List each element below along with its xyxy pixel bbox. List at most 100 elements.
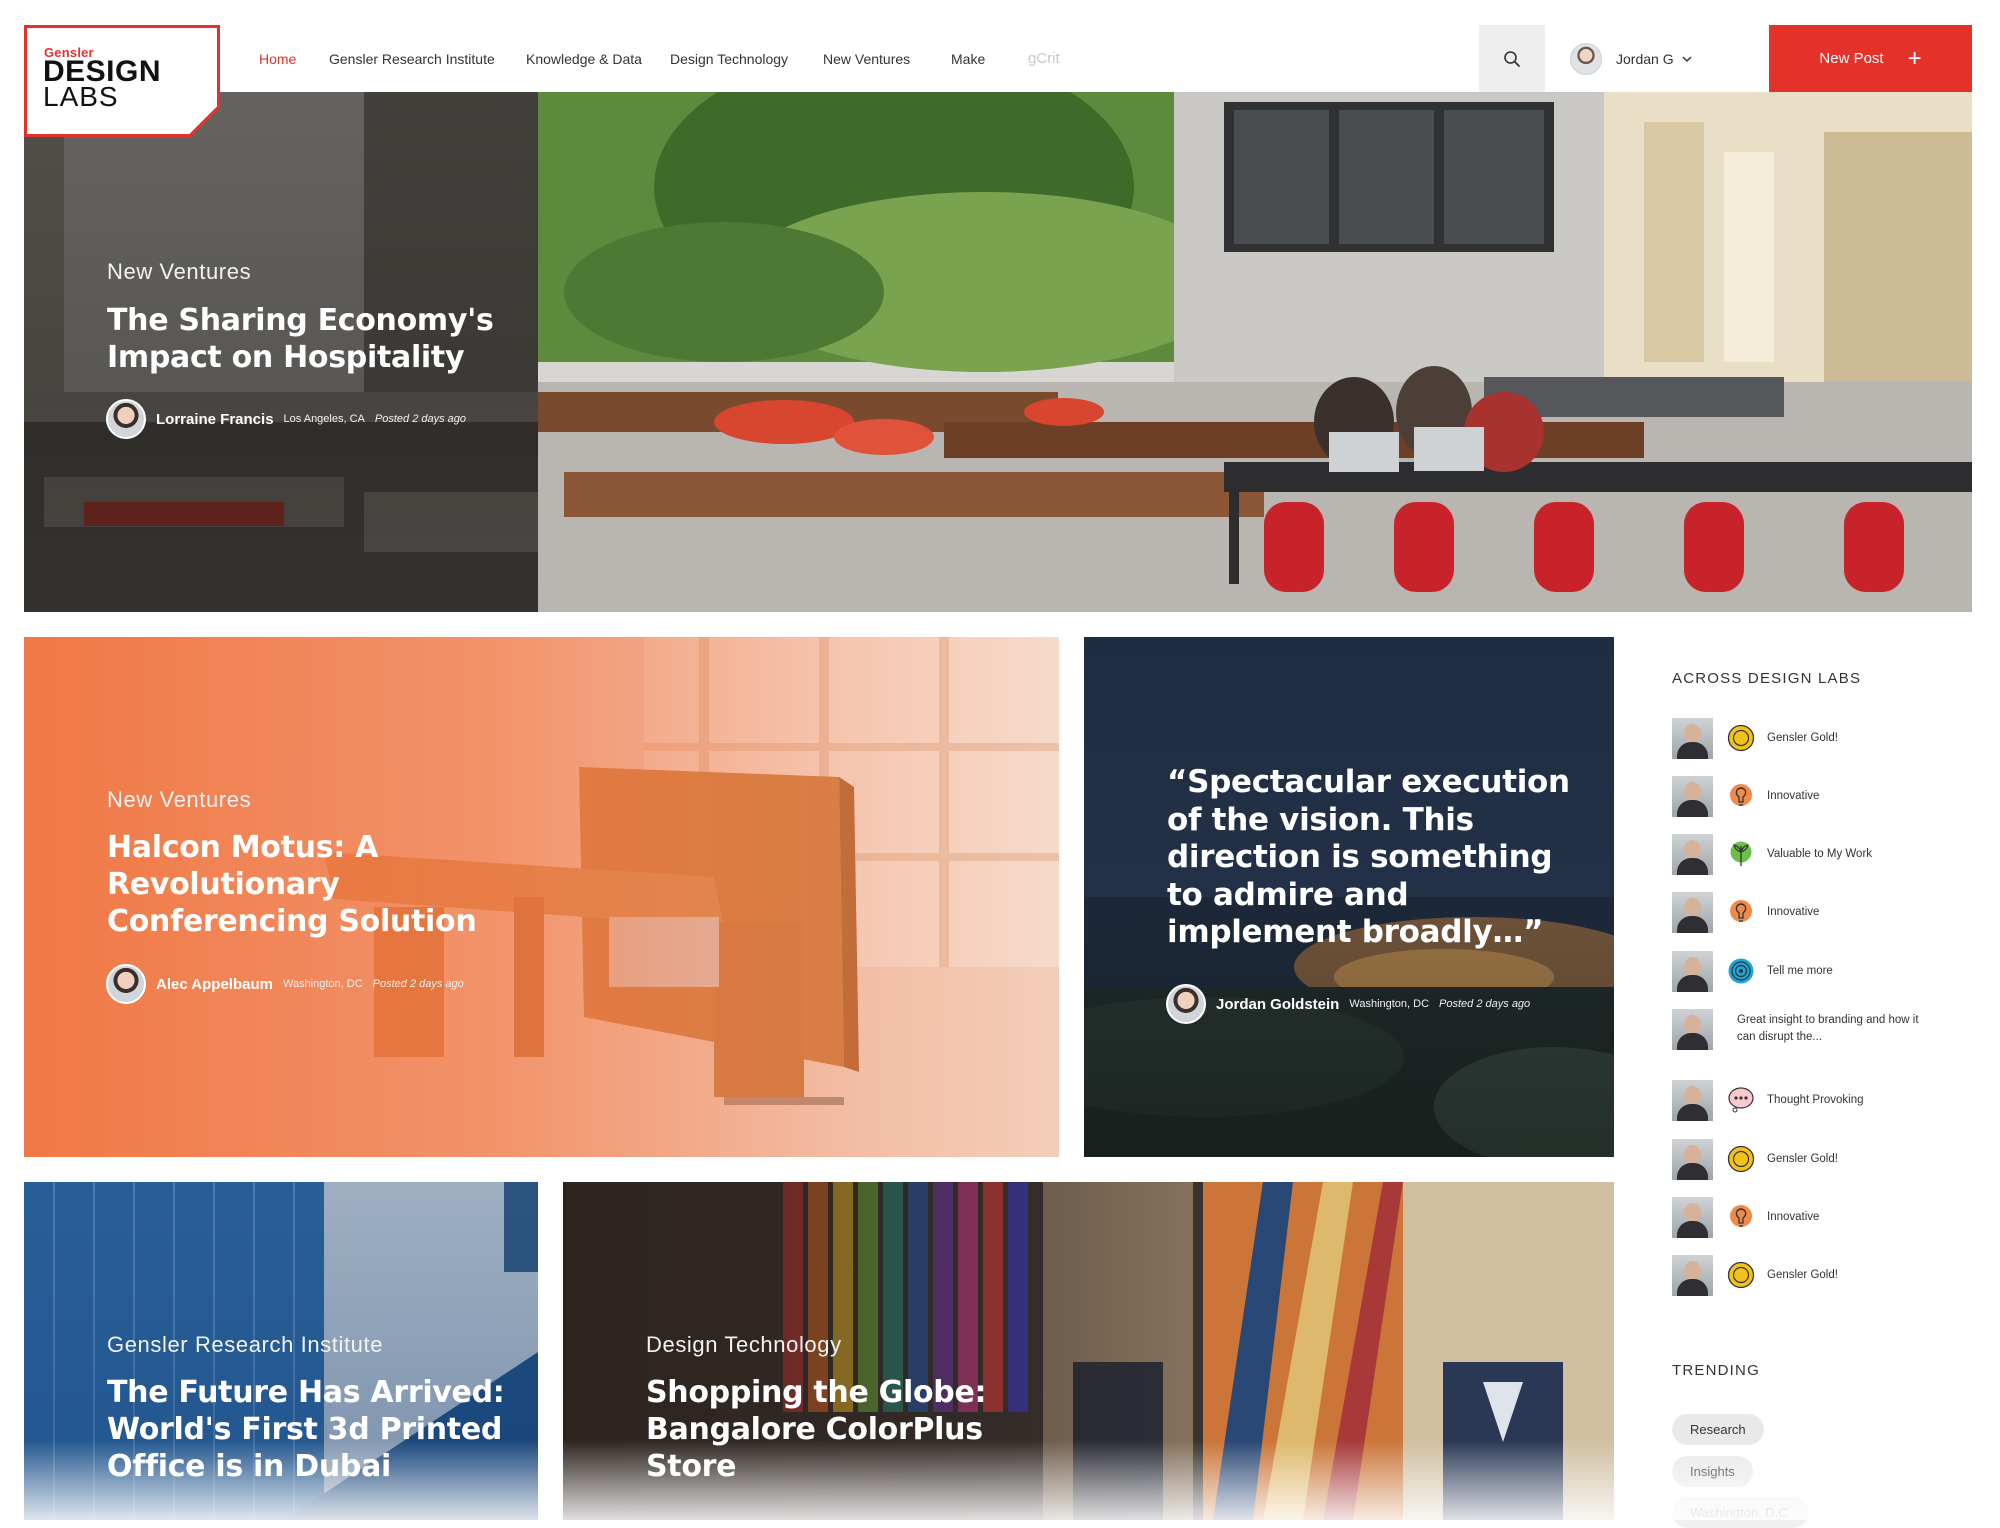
quote-line-3: direction is something <box>1167 839 1553 875</box>
user-thumbnail <box>1672 1008 1713 1050</box>
activity-label: Valuable to My Work <box>1767 847 1873 860</box>
nav-make[interactable]: Make <box>951 51 985 67</box>
author-avatar <box>106 964 146 1004</box>
posted-time: Posted 2 days ago <box>372 978 464 990</box>
feature-title-line-1: Halcon Motus: A <box>107 830 379 865</box>
author-location: Los Angeles, CA <box>283 413 365 425</box>
user-thumbnail <box>1672 1254 1713 1296</box>
nav-new-ventures[interactable]: New Ventures <box>823 51 910 67</box>
hero-byline: Lorraine Francis Los Angeles, CA Posted … <box>106 399 466 439</box>
activity-comment: Great insight to branding and how it can… <box>1737 1014 1919 1043</box>
hero-card[interactable]: New Ventures The Sharing Economy's Impac… <box>24 92 1972 612</box>
trending-heading: TRENDING <box>1672 1362 1760 1379</box>
feature-byline: Alec Appelbaum Washington, DC Posted 2 d… <box>106 964 464 1004</box>
user-name: Jordan G <box>1616 51 1674 67</box>
activity-item[interactable]: Innovative <box>1672 890 1972 934</box>
hero-title-line-1: The Sharing Economy's <box>107 303 494 338</box>
posted-time: Posted 2 days ago <box>1439 998 1531 1010</box>
activity-item[interactable]: Tell me more <box>1672 949 1972 993</box>
author-name[interactable]: Jordan Goldstein <box>1216 996 1339 1013</box>
user-thumbnail <box>1672 1138 1713 1180</box>
user-thumbnail <box>1672 833 1713 875</box>
activity-item[interactable]: Gensler Gold! <box>1672 1137 1972 1181</box>
author-name[interactable]: Alec Appelbaum <box>156 976 273 993</box>
nav-gensler-research-institute[interactable]: Gensler Research Institute <box>329 51 495 67</box>
lightbulb-icon <box>1727 898 1755 926</box>
thought-bubble-icon <box>1727 1086 1755 1114</box>
across-design-labs-heading: ACROSS DESIGN LABS <box>1672 670 1862 687</box>
quote-line-1: “Spectacular execution <box>1167 764 1570 800</box>
user-thumbnail <box>1672 717 1713 759</box>
lightbulb-icon <box>1727 1203 1755 1231</box>
activity-label: Innovative <box>1767 905 1820 918</box>
user-thumbnail <box>1672 1196 1713 1238</box>
nav-home[interactable]: Home <box>259 51 296 67</box>
user-thumbnail <box>1672 891 1713 933</box>
spiral-icon <box>1727 957 1755 985</box>
design-labs-logo[interactable]: Gensler DESIGN LABS <box>24 25 220 137</box>
research-title-line-3: Office is in Dubai <box>107 1449 391 1484</box>
avatar <box>1570 43 1602 75</box>
activity-label: Innovative <box>1767 789 1820 802</box>
activity-item[interactable]: Thought Provoking <box>1672 1078 1972 1122</box>
hero-title: The Sharing Economy's Impact on Hospital… <box>107 302 494 376</box>
new-post-button[interactable]: New Post + <box>1769 25 1972 92</box>
hero-category: New Ventures <box>107 259 252 284</box>
quote-text: “Spectacular execution of the vision. Th… <box>1167 764 1570 952</box>
research-title-line-2: World's First 3d Printed <box>107 1412 503 1447</box>
activity-item[interactable]: Great insight to branding and how it can… <box>1672 1007 1972 1051</box>
shopping-title-line-1: Shopping the Globe: <box>646 1375 987 1410</box>
feature-title: Halcon Motus: A Revolutionary Conferenci… <box>107 829 477 940</box>
author-avatar <box>106 399 146 439</box>
sprout-icon <box>1727 840 1755 868</box>
nav-design-technology[interactable]: Design Technology <box>670 51 788 67</box>
feature-category: New Ventures <box>107 787 252 812</box>
gold-coin-icon <box>1727 1145 1755 1173</box>
logo-word-labs: LABS <box>43 81 119 112</box>
trending-tag-research[interactable]: Research <box>1672 1414 1764 1445</box>
chevron-down-icon <box>1682 55 1692 62</box>
nav-gcrit[interactable]: gCrit <box>1028 50 1060 67</box>
quote-line-2: of the vision. This <box>1167 801 1474 838</box>
new-post-label: New Post <box>1819 50 1884 67</box>
shopping-card[interactable]: Design Technology Shopping the Globe: Ba… <box>563 1182 1614 1520</box>
shopping-category: Design Technology <box>646 1332 842 1357</box>
author-name[interactable]: Lorraine Francis <box>156 411 274 428</box>
shopping-title-line-3: Store <box>646 1449 737 1484</box>
top-navigation-bar: Home Gensler Research Institute Knowledg… <box>0 0 2000 92</box>
activity-label: Gensler Gold! <box>1767 731 1838 744</box>
nav-knowledge-data[interactable]: Knowledge & Data <box>526 51 642 67</box>
research-card[interactable]: Gensler Research Institute The Future Ha… <box>24 1182 538 1520</box>
research-title: The Future Has Arrived: World's First 3d… <box>107 1374 505 1485</box>
gold-coin-icon <box>1727 1261 1755 1289</box>
author-avatar <box>1166 984 1206 1024</box>
trending-tag-insights[interactable]: Insights <box>1672 1456 1753 1487</box>
feature-title-line-3: Conferencing Solution <box>107 904 477 939</box>
quote-card[interactable]: “Spectacular execution of the vision. Th… <box>1084 637 1614 1157</box>
trending-tag-washington[interactable]: Washington, D.C. <box>1672 1497 1810 1528</box>
activity-item[interactable]: Gensler Gold! <box>1672 1253 1972 1297</box>
activity-label: Gensler Gold! <box>1767 1152 1838 1165</box>
activity-item[interactable]: Gensler Gold! <box>1672 716 1972 760</box>
research-category: Gensler Research Institute <box>107 1332 384 1357</box>
activity-label: Tell me more <box>1767 964 1833 977</box>
hero-title-line-2: Impact on Hospitality <box>107 340 465 375</box>
posted-time: Posted 2 days ago <box>374 413 467 425</box>
shopping-title-line-2: Bangalore ColorPlus <box>646 1412 983 1447</box>
quote-byline: Jordan Goldstein Washington, DC Posted 2… <box>1166 984 1530 1024</box>
activity-item[interactable]: Innovative <box>1672 1195 1972 1239</box>
feature-title-line-2: Revolutionary <box>107 867 340 902</box>
search-button[interactable] <box>1479 25 1545 92</box>
user-menu[interactable]: Jordan G <box>1570 43 1692 75</box>
quote-line-5: implement broadly…” <box>1167 914 1544 950</box>
shopping-title: Shopping the Globe: Bangalore ColorPlus … <box>646 1374 987 1485</box>
activity-label: Innovative <box>1767 1210 1820 1223</box>
feature-card-halcon[interactable]: New Ventures Halcon Motus: A Revolutiona… <box>24 637 1059 1157</box>
gold-coin-icon <box>1727 724 1755 752</box>
activity-label: Gensler Gold! <box>1767 1268 1838 1281</box>
activity-item[interactable]: Valuable to My Work <box>1672 832 1972 876</box>
user-thumbnail <box>1672 775 1713 817</box>
activity-item[interactable]: Innovative <box>1672 774 1972 818</box>
plus-icon: + <box>1907 44 1922 72</box>
search-icon <box>1504 50 1520 67</box>
